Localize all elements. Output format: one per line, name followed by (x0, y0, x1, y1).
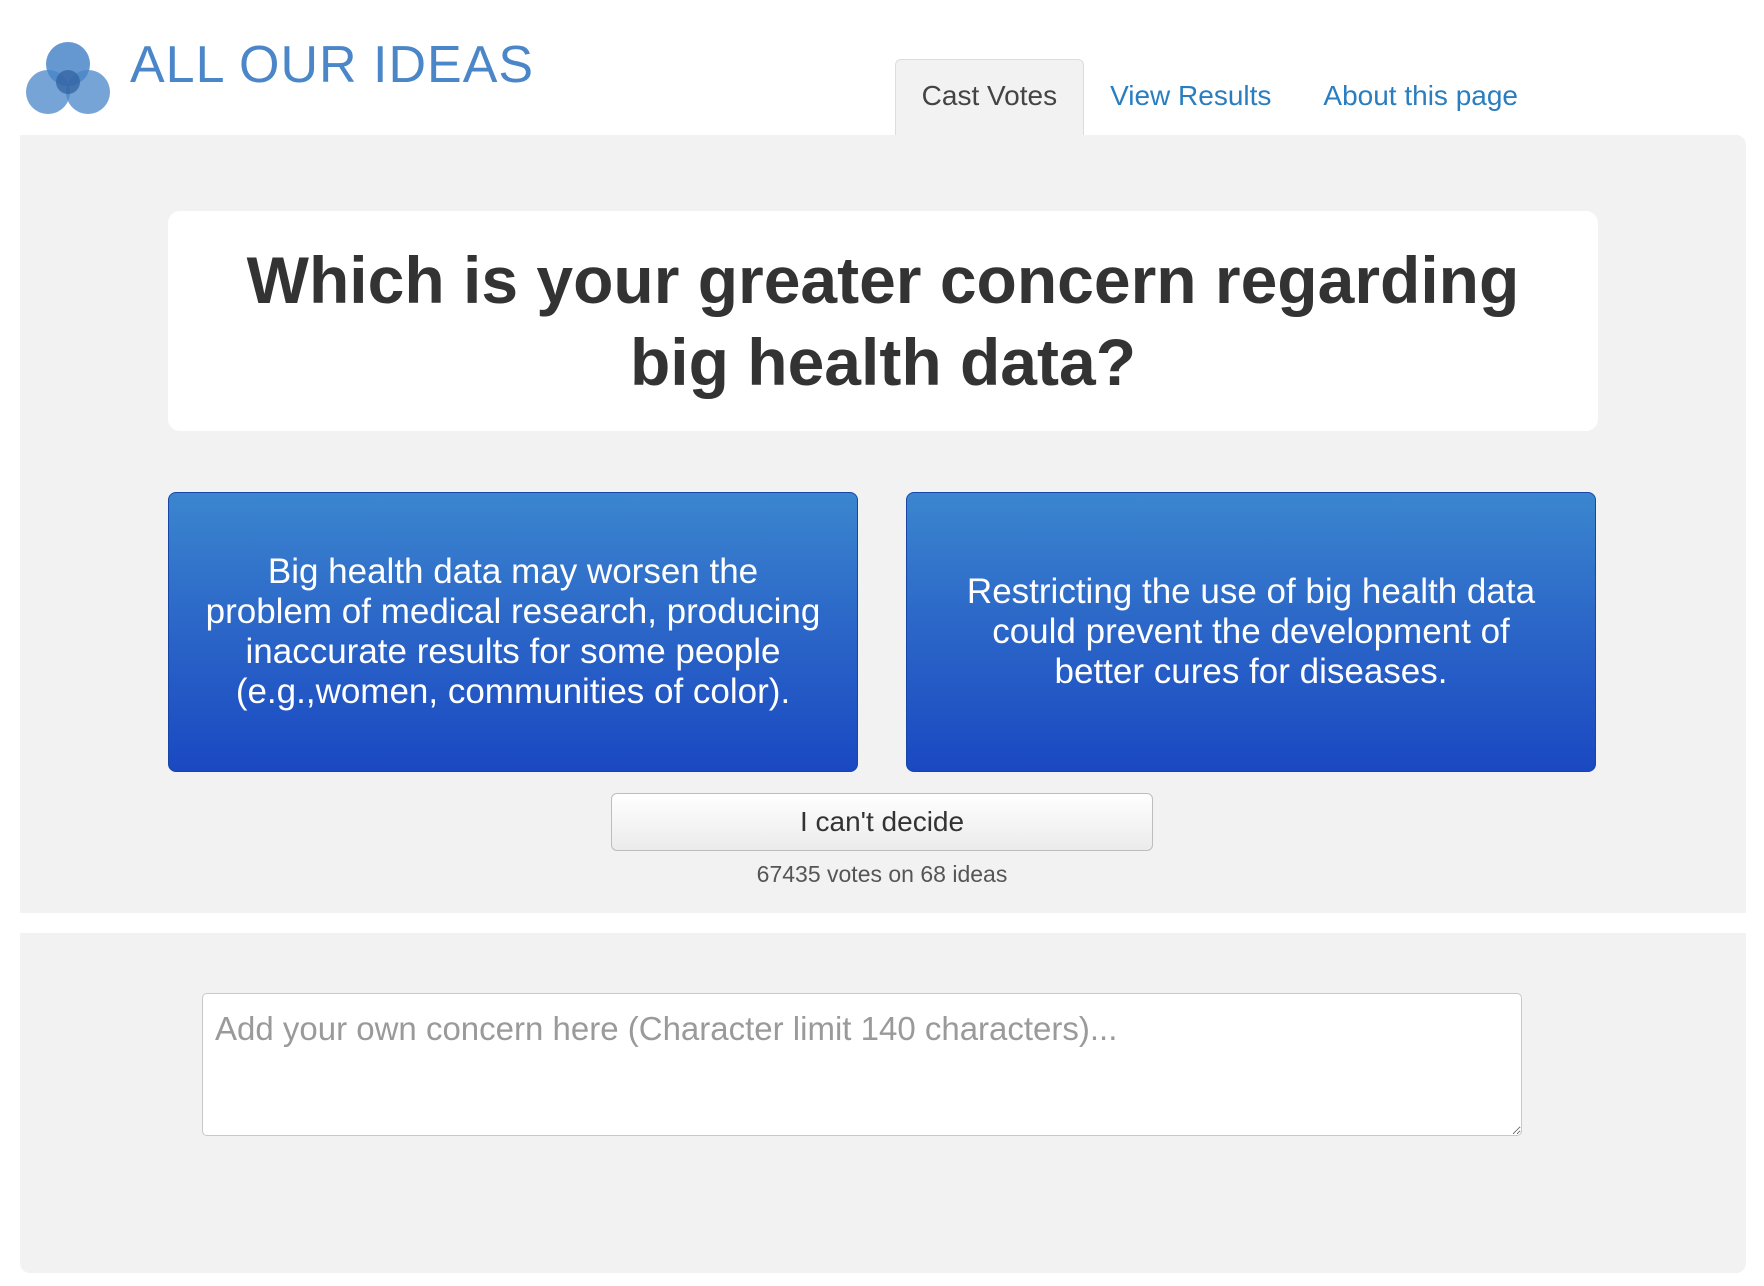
logo[interactable]: ALL OUR IDEAS (20, 28, 534, 123)
question-card: Which is your greater concern regarding … (168, 211, 1598, 431)
cant-decide-button[interactable]: I can't decide (611, 793, 1153, 851)
tab-view-results[interactable]: View Results (1084, 60, 1297, 135)
tab-about-this-page[interactable]: About this page (1297, 60, 1544, 135)
logo-icon (26, 41, 110, 114)
add-idea-input[interactable] (202, 993, 1522, 1136)
logo-text: ALL OUR IDEAS (130, 35, 535, 94)
question-title: Which is your greater concern regarding … (246, 243, 1520, 399)
right-choice-button[interactable]: Restricting the use of big health data c… (906, 492, 1596, 772)
vote-count: 67435 votes on 68 ideas (756, 861, 1008, 887)
nav-tabs: Cast Votes View Results About this page (894, 59, 1544, 135)
left-choice-button[interactable]: Big health data may worsen the problem o… (168, 492, 858, 772)
header: ALL OUR IDEAS Cast Votes View Results Ab… (0, 0, 1764, 135)
tab-cast-votes[interactable]: Cast Votes (894, 59, 1085, 135)
right-choice-label: Restricting the use of big health data c… (966, 572, 1536, 691)
left-choice-label: Big health data may worsen the problem o… (205, 552, 821, 711)
add-idea-panel (20, 933, 1746, 1273)
page: ALL OUR IDEAS Cast Votes View Results Ab… (0, 0, 1764, 1286)
vote-panel: Which is your greater concern regarding … (20, 135, 1746, 913)
